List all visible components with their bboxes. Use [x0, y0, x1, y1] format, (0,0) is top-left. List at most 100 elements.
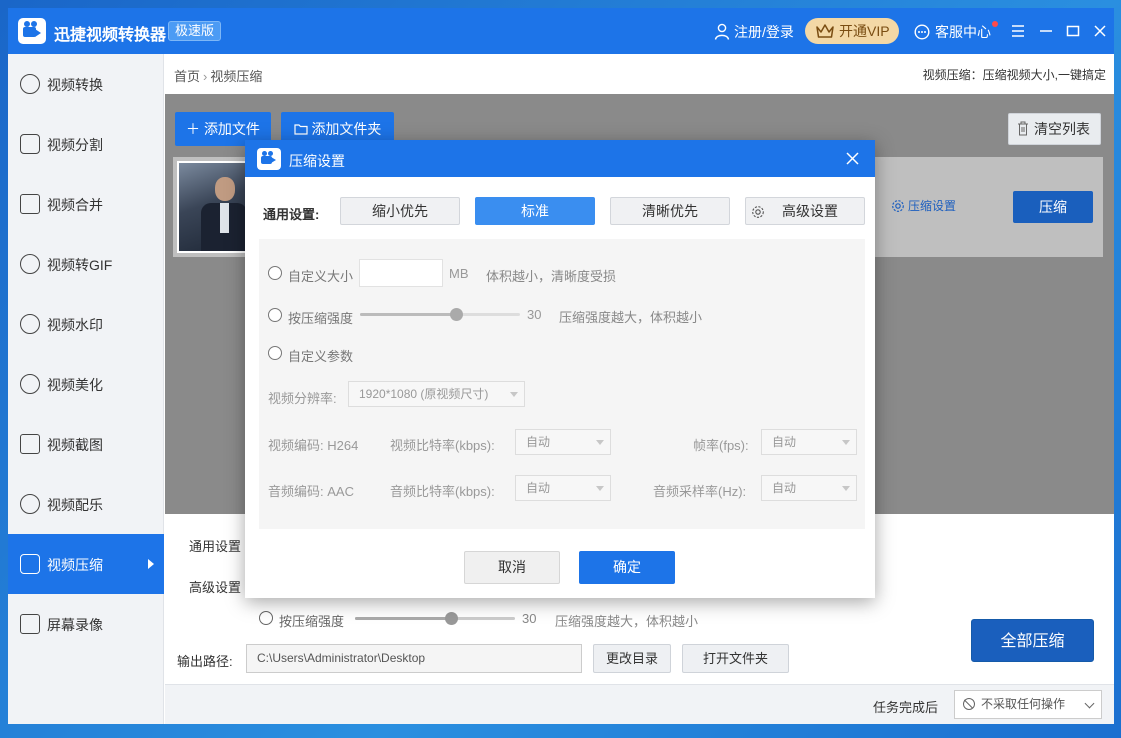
strength-radio-label: 按压缩强度 [279, 614, 345, 629]
audio-bitrate-select[interactable]: 自动 [515, 475, 611, 501]
gear-icon [752, 206, 764, 218]
cancel-button[interactable]: 取消 [464, 551, 560, 584]
watermark-icon [20, 314, 40, 334]
preset-clarity-button[interactable]: 清晰优先 [610, 197, 730, 225]
sidebar-item-split[interactable]: 视频分割 [8, 114, 164, 174]
music-icon [20, 494, 40, 514]
chat-icon [914, 24, 930, 40]
sidebar-item-watermark[interactable]: 视频水印 [8, 294, 164, 354]
compress-all-button[interactable]: 全部压缩 [971, 619, 1094, 662]
plus-icon: ＋ [186, 121, 201, 137]
strength-label: 按压缩强度 [288, 311, 354, 326]
slider-knob[interactable] [445, 612, 458, 625]
slider-knob[interactable] [450, 308, 463, 321]
close-icon[interactable] [845, 151, 860, 166]
preset-advanced-button[interactable]: 高级设置 [745, 197, 865, 225]
close-icon[interactable] [1090, 21, 1110, 41]
confirm-button[interactable]: 确定 [579, 551, 675, 584]
sidebar-item-label: 视频压缩 [47, 557, 103, 573]
login-link[interactable]: 注册/登录 [714, 22, 794, 42]
output-path-label: 输出路径: [177, 654, 233, 669]
record-icon [20, 614, 40, 634]
preset-standard-button[interactable]: 标准 [475, 197, 595, 225]
app-logo-icon [257, 148, 281, 170]
strength-value: 30 [527, 307, 542, 322]
add-file-label: 添加文件 [203, 121, 260, 137]
strength-description: 压缩强度越大，体积越小 [559, 310, 703, 325]
open-folder-button[interactable]: 打开文件夹 [682, 644, 789, 673]
sidebar-item-beautify[interactable]: 视频美化 [8, 354, 164, 414]
file-compress-settings-label: 压缩设置 [908, 199, 957, 213]
maximize-icon[interactable] [1063, 21, 1083, 41]
custom-size-input[interactable] [359, 259, 443, 287]
strength-slider[interactable] [355, 612, 515, 625]
minimize-icon[interactable] [1036, 21, 1056, 41]
slider-fill [355, 617, 451, 620]
resolution-select[interactable]: 1920*1080 (原视频尺寸) [348, 381, 525, 407]
sidebar-item-compress[interactable]: 视频压缩 [8, 534, 164, 594]
chevron-down-icon [842, 486, 850, 491]
menu-icon[interactable] [1008, 21, 1028, 41]
sidebar-item-screenshot[interactable]: 视频截图 [8, 414, 164, 474]
chevron-down-icon [596, 486, 604, 491]
video-bitrate-label: 视频比特率(kbps): [390, 438, 495, 453]
audio-bitrate-value: 自动 [526, 481, 551, 495]
app-logo-icon [18, 18, 46, 44]
sidebar-item-gif[interactable]: 视频转GIF [8, 234, 164, 294]
sidebar-item-convert[interactable]: 视频转换 [8, 54, 164, 114]
screenshot-icon [20, 434, 40, 454]
crown-icon [816, 24, 834, 38]
sidebar-item-music[interactable]: 视频配乐 [8, 474, 164, 534]
sidebar-item-label: 视频分割 [47, 137, 103, 153]
audio-codec-label: 音频编码: AAC [268, 484, 354, 499]
gif-icon [20, 254, 40, 274]
fps-value: 自动 [772, 435, 797, 449]
sidebar-item-label: 屏幕录像 [47, 617, 103, 633]
audio-samplerate-label: 音频采样率(Hz): [653, 484, 747, 499]
compress-file-button[interactable]: 压缩 [1013, 191, 1093, 223]
title-bar: 迅捷视频转换器 极速版 注册/登录 开通VIP 客服中心 [8, 8, 1114, 54]
fps-select[interactable]: 自动 [761, 429, 857, 455]
sidebar-item-merge[interactable]: 视频合并 [8, 174, 164, 234]
audio-samplerate-select[interactable]: 自动 [761, 475, 857, 501]
breadcrumb-home[interactable]: 首页 [174, 69, 200, 84]
custom-params-label: 自定义参数 [288, 349, 354, 364]
change-directory-button[interactable]: 更改目录 [593, 644, 671, 673]
sidebar-item-label: 视频合并 [47, 197, 103, 213]
output-path-field[interactable]: C:\Users\Administrator\Desktop [246, 644, 582, 673]
dialog-title: 压缩设置 [289, 153, 345, 169]
file-compress-settings-link[interactable]: 压缩设置 [891, 197, 956, 214]
service-label: 客服中心 [935, 24, 991, 40]
app-window: 迅捷视频转换器 极速版 注册/登录 开通VIP 客服中心 视频转换 视频分割 视… [8, 8, 1114, 724]
merge-icon [20, 194, 40, 214]
custom-size-radio[interactable] [268, 266, 282, 280]
strength-radio[interactable] [259, 611, 273, 625]
custom-params-radio[interactable] [268, 346, 282, 360]
clear-list-button[interactable]: 清空列表 [1008, 113, 1101, 145]
edition-badge: 极速版 [168, 21, 222, 41]
sidebar-item-label: 视频美化 [47, 377, 103, 393]
strength-value: 30 [522, 611, 537, 626]
audio-samplerate-value: 自动 [772, 481, 797, 495]
split-icon [20, 134, 40, 154]
vip-button[interactable]: 开通VIP [805, 18, 899, 44]
sidebar-item-record[interactable]: 屏幕录像 [8, 594, 164, 654]
service-link[interactable]: 客服中心 [914, 22, 991, 42]
status-bar: 任务完成后 不采取任何操作 [165, 684, 1114, 724]
sidebar-item-label: 视频转GIF [47, 257, 113, 273]
beautify-icon [20, 374, 40, 394]
sidebar-item-label: 视频转换 [47, 77, 103, 93]
strength-radio[interactable] [268, 308, 282, 322]
video-bitrate-select[interactable]: 自动 [515, 429, 611, 455]
audio-bitrate-label: 音频比特率(kbps): [390, 484, 495, 499]
preset-small-button[interactable]: 缩小优先 [340, 197, 460, 225]
after-task-select[interactable]: 不采取任何操作 [954, 690, 1102, 719]
page-tip: 视频压缩：压缩视频大小,一键搞定 [922, 68, 1106, 82]
dialog-header: 压缩设置 [245, 140, 875, 177]
size-description: 体积越小，清晰度受损 [486, 269, 617, 284]
preset-advanced-label: 高级设置 [782, 203, 838, 219]
trash-icon [1018, 121, 1028, 136]
size-unit: MB [449, 266, 469, 281]
chevron-down-icon [842, 440, 850, 445]
strength-slider[interactable] [360, 308, 520, 321]
